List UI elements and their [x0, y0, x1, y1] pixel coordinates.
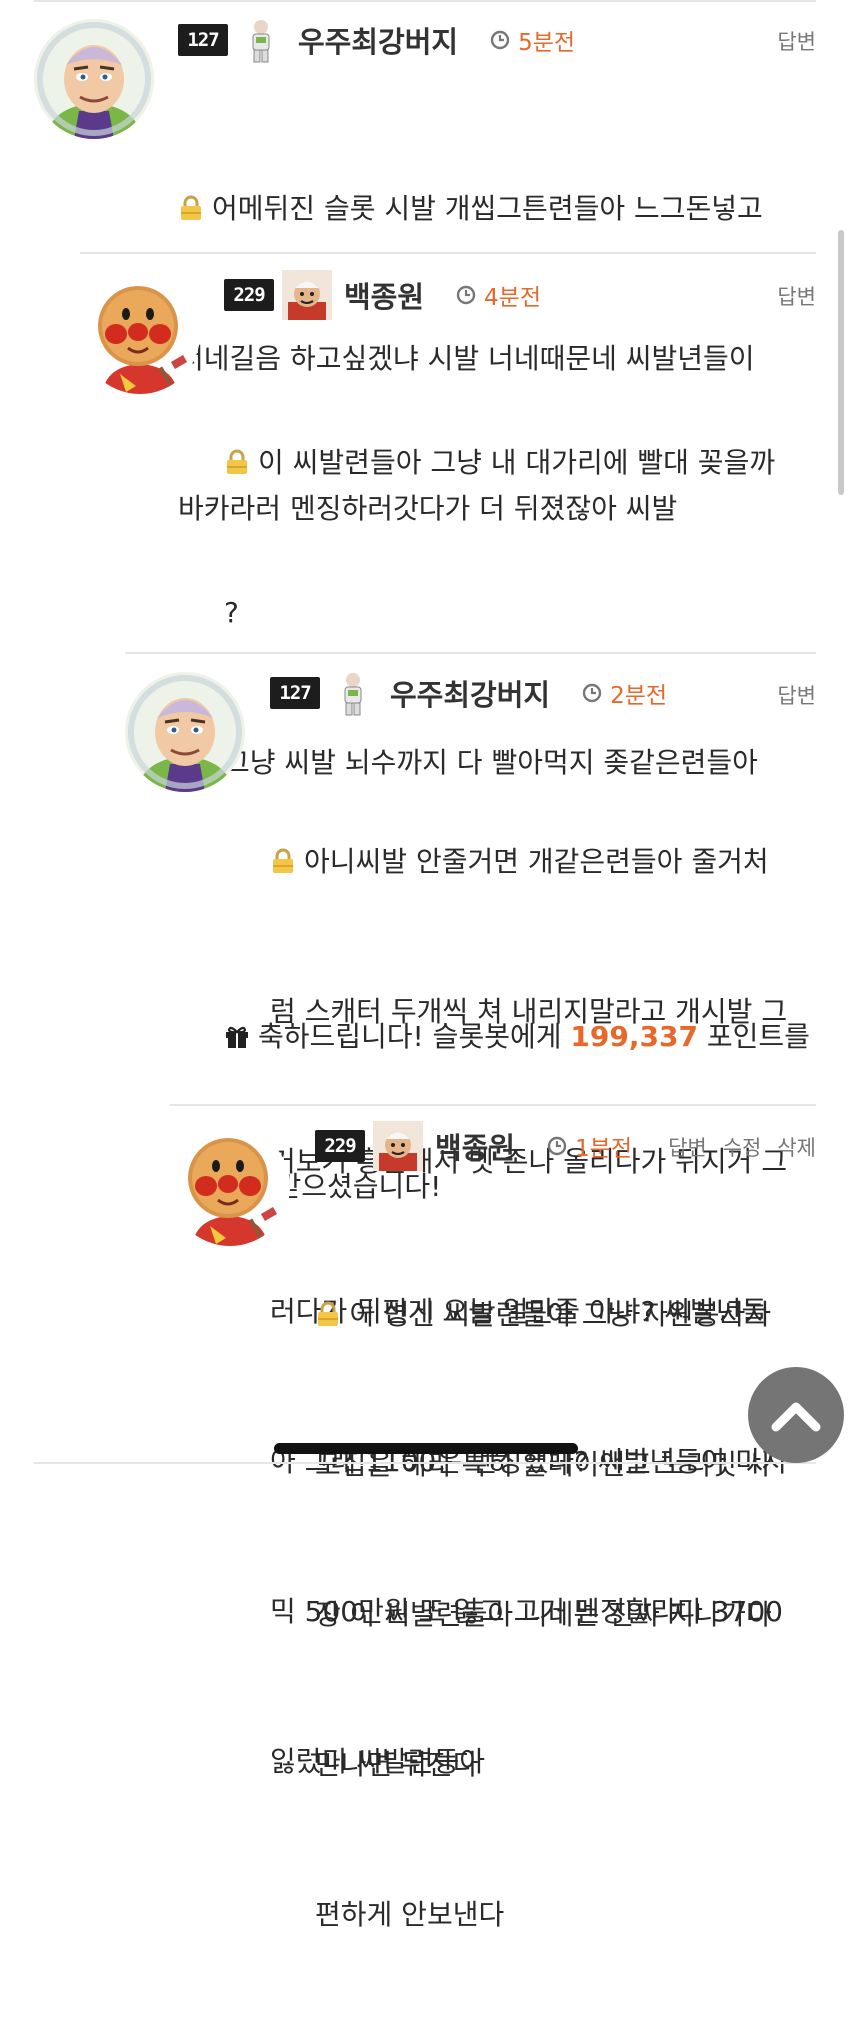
buzz-avatar-image	[125, 672, 245, 792]
avatar[interactable]	[34, 19, 154, 139]
comment-meta: 229 백종원 4분전	[224, 270, 541, 320]
comment-meta: 127 우주최강버지 5분전	[178, 15, 575, 65]
comment-actions: 답변	[777, 680, 816, 710]
clock-icon	[582, 683, 602, 703]
buzz-mini-icon	[236, 15, 286, 65]
time-text: 2분전	[610, 683, 668, 709]
time-text: 5분전	[518, 30, 576, 56]
bottom-divider	[34, 1462, 816, 1464]
comment-line: 어메뒤진 슬롯 시발 개씹그튼련들아 느그돈넣고	[178, 184, 818, 234]
time-text: 1분전	[575, 1136, 633, 1162]
scrollbar[interactable]	[838, 230, 844, 495]
comment-line: 장 이 씨발련들아 니네는 진짜 지나가다	[315, 1598, 772, 1631]
chevron-up-icon	[771, 1402, 821, 1432]
avatar[interactable]	[80, 274, 200, 394]
time-text: 4분전	[484, 285, 542, 311]
reply-button[interactable]: 답변	[777, 680, 816, 710]
comment-line: 이 병신 씨발련들아 그냥 자원봉사자	[315, 1290, 815, 1340]
chef-mini-icon	[282, 270, 332, 320]
comment-line: 만나면 뒤진다	[315, 1748, 479, 1781]
comment-line: 아니씨발 안줄거면 개같은련들아 줄거처	[270, 837, 818, 887]
lock-icon	[181, 195, 201, 220]
comment-divider	[170, 1104, 816, 1106]
reply-button[interactable]: 답변	[777, 26, 816, 56]
timestamp: 4분전	[456, 278, 541, 312]
lock-icon	[227, 449, 247, 474]
comment-meta: 127 우주최강버지 2분전	[270, 668, 667, 718]
timestamp: 2분전	[582, 676, 667, 710]
level-badge: 127	[270, 677, 320, 709]
comment-divider	[125, 652, 816, 654]
comment-actions: 답변	[777, 26, 816, 56]
nickname[interactable]: 백종원	[435, 1125, 515, 1167]
comment-line: 럼 스캐터 두개씩 쳐 내리지말라고 개시발 그	[270, 995, 788, 1028]
lock-icon	[318, 1301, 338, 1326]
reply-button[interactable]: 답변	[777, 281, 816, 311]
buzz-mini-icon	[328, 668, 378, 718]
level-badge: 229	[315, 1130, 365, 1162]
clock-icon	[490, 30, 510, 50]
timestamp: 5분전	[490, 23, 575, 57]
level-badge: 127	[178, 24, 228, 56]
comment-divider	[80, 252, 816, 254]
edit-button[interactable]: 수정	[723, 1132, 762, 1162]
anpanman-avatar-image	[170, 1126, 290, 1246]
delete-button[interactable]: 삭제	[777, 1132, 816, 1162]
comment-body: 이 병신 씨발련들아 그냥 자원봉사자 모집을 해라 특히 플레이앤고 노리밋 …	[315, 1190, 815, 2040]
buzz-avatar-image	[34, 19, 154, 139]
nickname[interactable]: 우주최강버지	[390, 672, 550, 714]
scroll-to-top-button[interactable]	[748, 1367, 844, 1463]
level-badge: 229	[224, 279, 274, 311]
chef-mini-icon	[373, 1121, 423, 1171]
avatar[interactable]	[170, 1126, 290, 1246]
nickname[interactable]: 백종원	[344, 274, 424, 316]
avatar[interactable]	[125, 672, 245, 792]
lock-icon	[273, 848, 293, 873]
comment-line: 편하게 안보낸다	[315, 1898, 505, 1931]
clock-icon	[547, 1136, 567, 1156]
anpanman-avatar-image	[80, 274, 200, 394]
timestamp: 1분전	[547, 1129, 632, 1163]
top-divider	[34, 0, 816, 2]
comment-actions: 답변	[777, 281, 816, 311]
nickname[interactable]: 우주최강버지	[298, 19, 458, 61]
comment-actions: 답변 수정 삭제	[668, 1132, 816, 1162]
home-indicator[interactable]	[274, 1443, 578, 1454]
comment-line: 이 씨발련들아 그냥 내 대가리에 빨대 꽂을까	[224, 438, 824, 488]
comment-line: ?	[224, 596, 239, 629]
comment-meta: 229 백종원 1분전	[315, 1121, 632, 1171]
reply-button[interactable]: 답변	[668, 1132, 707, 1162]
gift-icon	[226, 1026, 248, 1048]
clock-icon	[456, 285, 476, 305]
